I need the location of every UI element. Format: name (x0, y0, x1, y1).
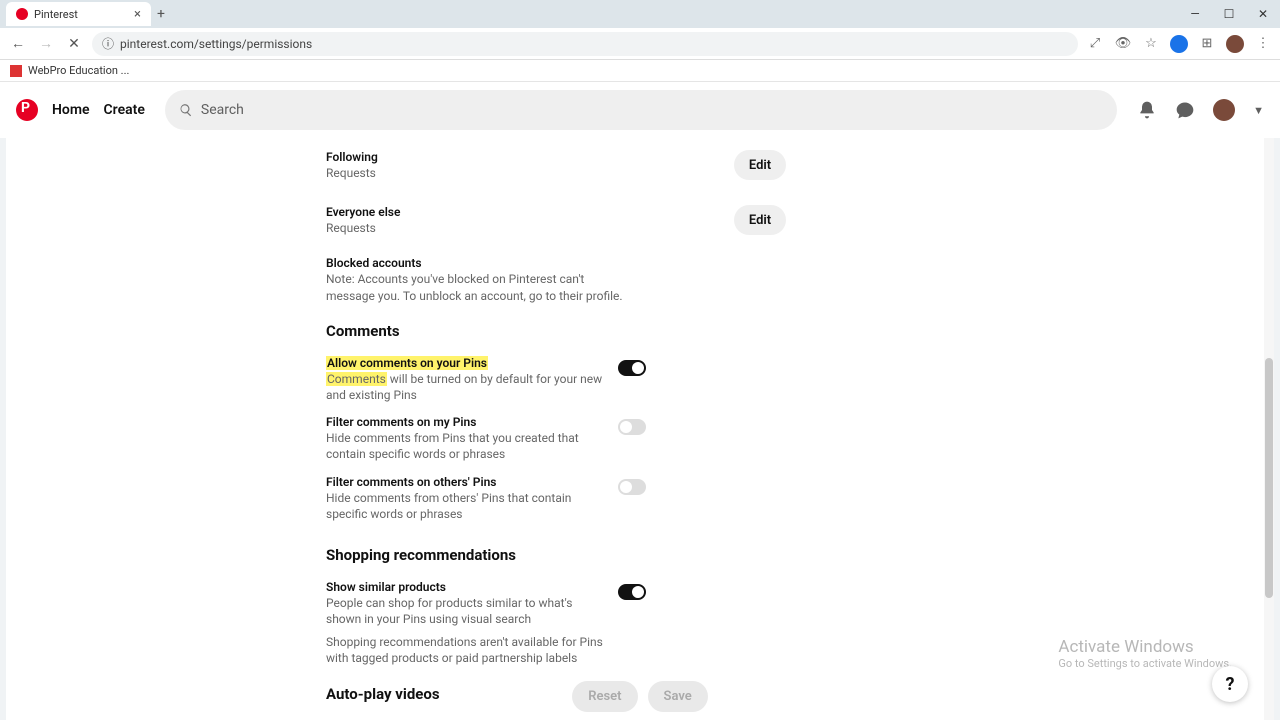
scrollbar[interactable] (1264, 138, 1274, 720)
bookmark-favicon (10, 65, 22, 77)
reset-button[interactable]: Reset (572, 681, 637, 712)
url-text: pinterest.com/settings/permissions (120, 37, 312, 51)
comments-heading: Comments (326, 322, 786, 340)
chevron-down-icon[interactable]: ▼ (1253, 104, 1264, 117)
everyone-sub: Requests (326, 220, 722, 236)
search-icon (179, 103, 193, 117)
messages-icon[interactable] (1175, 100, 1195, 120)
watermark-sub: Go to Settings to activate Windows. (1058, 657, 1232, 670)
profile-avatar[interactable] (1226, 35, 1244, 53)
search-placeholder: Search (201, 102, 244, 118)
address-bar: ← → ✕ ⓘpinterest.com/settings/permission… (0, 28, 1280, 60)
settings-content: Following Requests Edit Everyone else Re… (6, 138, 1274, 720)
everyone-title: Everyone else (326, 205, 722, 219)
forward-button: → (36, 34, 56, 54)
following-sub: Requests (326, 165, 722, 181)
similar-products-row: Show similar products People can shop fo… (326, 574, 646, 633)
url-input[interactable]: ⓘpinterest.com/settings/permissions (92, 32, 1078, 56)
pinterest-favicon (16, 8, 28, 20)
edit-following-button[interactable]: Edit (734, 150, 786, 180)
bookmark-item[interactable]: WebPro Education ... (28, 64, 129, 77)
allow-comments-row: Allow comments on your Pins Comments wil… (326, 350, 646, 409)
scrollbar-thumb[interactable] (1265, 358, 1273, 598)
star-icon[interactable]: ☆ (1142, 35, 1160, 53)
menu-icon[interactable]: ⋮ (1254, 35, 1272, 53)
notifications-icon[interactable] (1137, 100, 1157, 120)
close-window-icon[interactable]: ✕ (1246, 0, 1280, 28)
pinterest-header: Home Create Search ▼ (0, 82, 1280, 138)
back-button[interactable]: ← (8, 34, 28, 54)
everyone-row: Everyone else Requests Edit (326, 199, 786, 242)
pinterest-logo[interactable] (16, 99, 38, 121)
new-tab-button[interactable]: + (151, 6, 171, 22)
minimize-icon[interactable]: — (1178, 0, 1212, 28)
allow-comments-sub: Comments will be turned on by default fo… (326, 371, 606, 403)
filter-my-title: Filter comments on my Pins (326, 415, 606, 429)
allow-comments-toggle[interactable] (618, 360, 646, 376)
close-tab-icon[interactable]: × (134, 7, 141, 22)
reload-button[interactable]: ✕ (64, 34, 84, 54)
similar-sub: People can shop for products similar to … (326, 595, 606, 627)
blocked-title: Blocked accounts (326, 256, 786, 270)
filter-others-title: Filter comments on others' Pins (326, 475, 606, 489)
autoplay-row: Auto-play videos on desktop Learn more (326, 713, 646, 720)
help-button[interactable]: ? (1212, 666, 1248, 702)
allow-comments-title: Allow comments on your Pins (326, 356, 606, 370)
nav-home[interactable]: Home (52, 102, 90, 118)
save-button[interactable]: Save (648, 681, 708, 712)
browser-tab[interactable]: Pinterest × (6, 2, 151, 26)
nav-create[interactable]: Create (104, 102, 145, 118)
similar-products-toggle[interactable] (618, 584, 646, 600)
search-input[interactable]: Search (165, 90, 1117, 130)
shopping-heading: Shopping recommendations (326, 546, 786, 564)
bookmarks-bar: WebPro Education ... (0, 60, 1280, 82)
filter-others-toggle[interactable] (618, 479, 646, 495)
windows-watermark: Activate Windows Go to Settings to activ… (1058, 637, 1232, 670)
install-icon[interactable]: ⤢ (1086, 35, 1104, 53)
filter-my-toggle[interactable] (618, 419, 646, 435)
following-title: Following (326, 150, 722, 164)
extension-icon[interactable] (1170, 35, 1188, 53)
maximize-icon[interactable]: ☐ (1212, 0, 1246, 28)
eye-icon[interactable]: 👁 (1114, 35, 1132, 53)
filter-others-sub: Hide comments from others' Pins that con… (326, 490, 606, 522)
filter-others-row: Filter comments on others' Pins Hide com… (326, 469, 646, 528)
filter-my-row: Filter comments on my Pins Hide comments… (326, 409, 646, 468)
user-avatar[interactable] (1213, 99, 1235, 121)
browser-titlebar: Pinterest × + — ☐ ✕ (0, 0, 1280, 28)
footer-actions: Reset Save (6, 681, 1274, 712)
shopping-note: Shopping recommendations aren't availabl… (326, 634, 606, 666)
tab-title: Pinterest (34, 8, 78, 21)
edit-everyone-button[interactable]: Edit (734, 205, 786, 235)
blocked-note: Note: Accounts you've blocked on Pintere… (326, 271, 626, 303)
watermark-title: Activate Windows (1058, 637, 1232, 657)
extensions-icon[interactable]: ⊞ (1198, 35, 1216, 53)
similar-title: Show similar products (326, 580, 606, 594)
following-row: Following Requests Edit (326, 144, 786, 187)
filter-my-sub: Hide comments from Pins that you created… (326, 430, 606, 462)
